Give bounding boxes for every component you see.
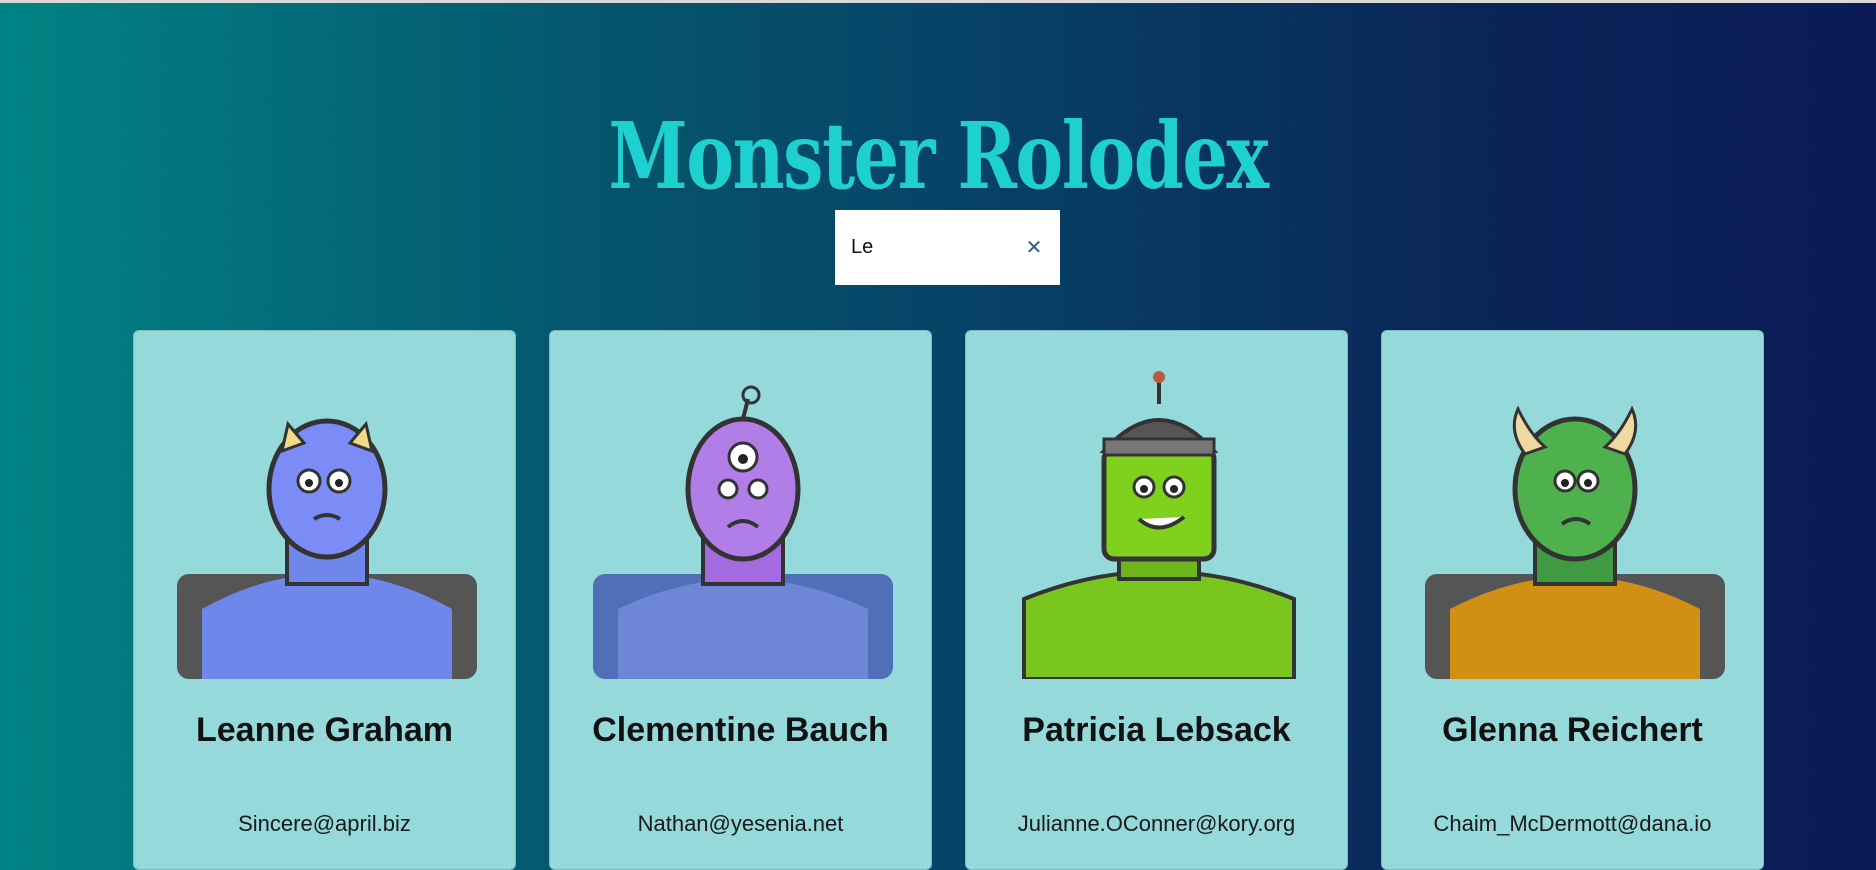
monster-card[interactable]: Clementine Bauch Nathan@yesenia.net — [549, 330, 932, 870]
close-icon[interactable]: ✕ — [1024, 236, 1044, 258]
monster-avatar-image — [593, 385, 893, 679]
card-name: Patricia Lebsack — [1022, 711, 1291, 749]
card-name: Leanne Graham — [196, 711, 453, 749]
monster-card[interactable]: Patricia Lebsack Julianne.OConner@kory.o… — [965, 330, 1348, 870]
card-name: Clementine Bauch — [592, 711, 889, 749]
monster-card[interactable]: Leanne Graham Sincere@april.biz — [133, 330, 516, 870]
monster-card[interactable]: Glenna Reichert Chaim_McDermott@dana.io — [1381, 330, 1764, 870]
monster-avatar-image — [177, 418, 477, 679]
monster-avatar-image — [1022, 371, 1296, 679]
card-email: Chaim_McDermott@dana.io — [1433, 811, 1712, 836]
window-top-border — [0, 0, 1876, 3]
card-name: Glenna Reichert — [1442, 711, 1703, 749]
search-input[interactable] — [851, 236, 1011, 259]
search-box[interactable]: ✕ — [835, 210, 1060, 285]
card-email: Sincere@april.biz — [238, 811, 411, 836]
card-email: Julianne.OConner@kory.org — [1017, 811, 1296, 836]
monster-avatar-image — [1425, 405, 1725, 679]
page-title: Monster Rolodex — [608, 101, 1269, 210]
card-email: Nathan@yesenia.net — [637, 811, 844, 836]
